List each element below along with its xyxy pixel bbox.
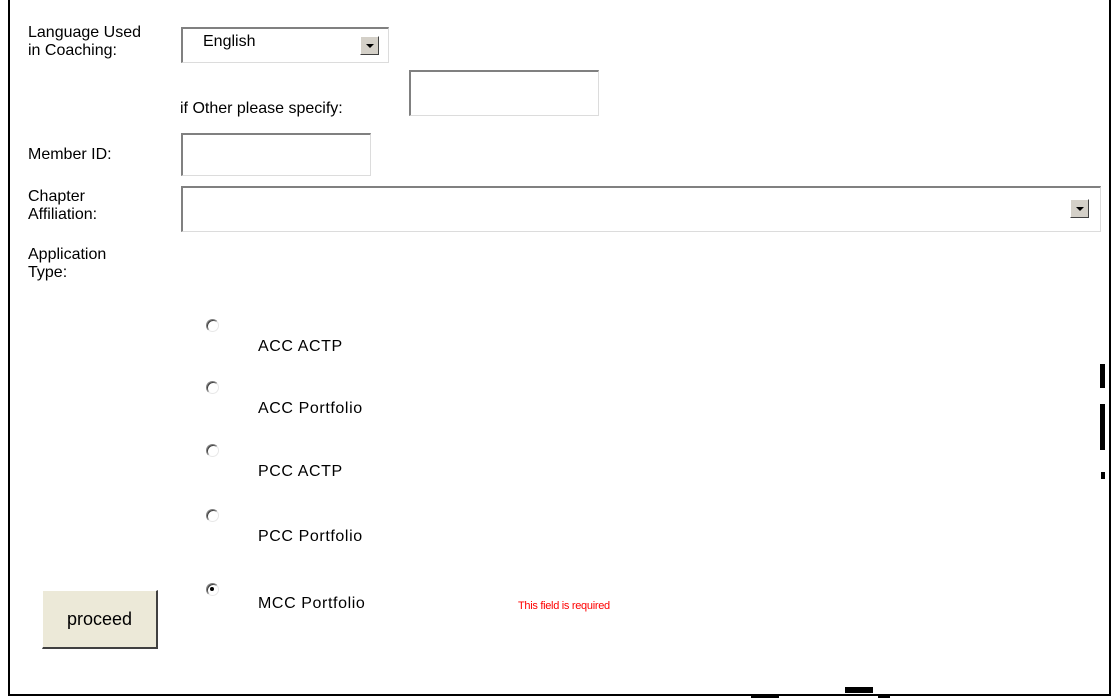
other-language-field[interactable] <box>409 70 599 116</box>
language-select-value: English <box>203 33 256 50</box>
required-field-error: This field is required <box>518 600 610 612</box>
member-id-label: Member ID: <box>28 146 112 163</box>
right-edge-mark <box>1100 364 1105 388</box>
radio-label: MCC Portfolio <box>258 595 366 612</box>
proceed-button[interactable]: proceed <box>42 590 158 649</box>
radio-mcc-portfolio[interactable] <box>206 583 219 596</box>
radio-label: ACC Portfolio <box>258 400 363 417</box>
other-language-label: if Other please specify: <box>180 100 343 117</box>
application-type-label: Application Type: <box>28 246 107 281</box>
bottom-edge-mark <box>751 694 779 698</box>
chevron-down-icon[interactable] <box>1070 199 1089 218</box>
radio-label: ACC ACTP <box>258 338 343 355</box>
member-id-field[interactable] <box>181 133 371 176</box>
chevron-down-icon[interactable] <box>360 36 379 55</box>
radio-pcc-portfolio[interactable] <box>206 509 219 522</box>
radio-label: PCC Portfolio <box>258 528 363 545</box>
language-label: Language Used in Coaching: <box>28 24 141 59</box>
bottom-edge-mark <box>878 694 890 698</box>
right-edge-mark <box>1100 404 1105 450</box>
radio-acc-portfolio[interactable] <box>206 381 219 394</box>
radio-label: PCC ACTP <box>258 463 343 480</box>
chapter-affiliation-select[interactable] <box>181 186 1101 232</box>
language-select[interactable]: English <box>181 27 389 63</box>
radio-acc-actp[interactable] <box>206 319 219 332</box>
radio-pcc-actp[interactable] <box>206 444 219 457</box>
chapter-affiliation-label: Chapter Affiliation: <box>28 188 98 223</box>
bottom-edge-mark <box>845 687 873 693</box>
right-edge-mark <box>1101 472 1105 479</box>
